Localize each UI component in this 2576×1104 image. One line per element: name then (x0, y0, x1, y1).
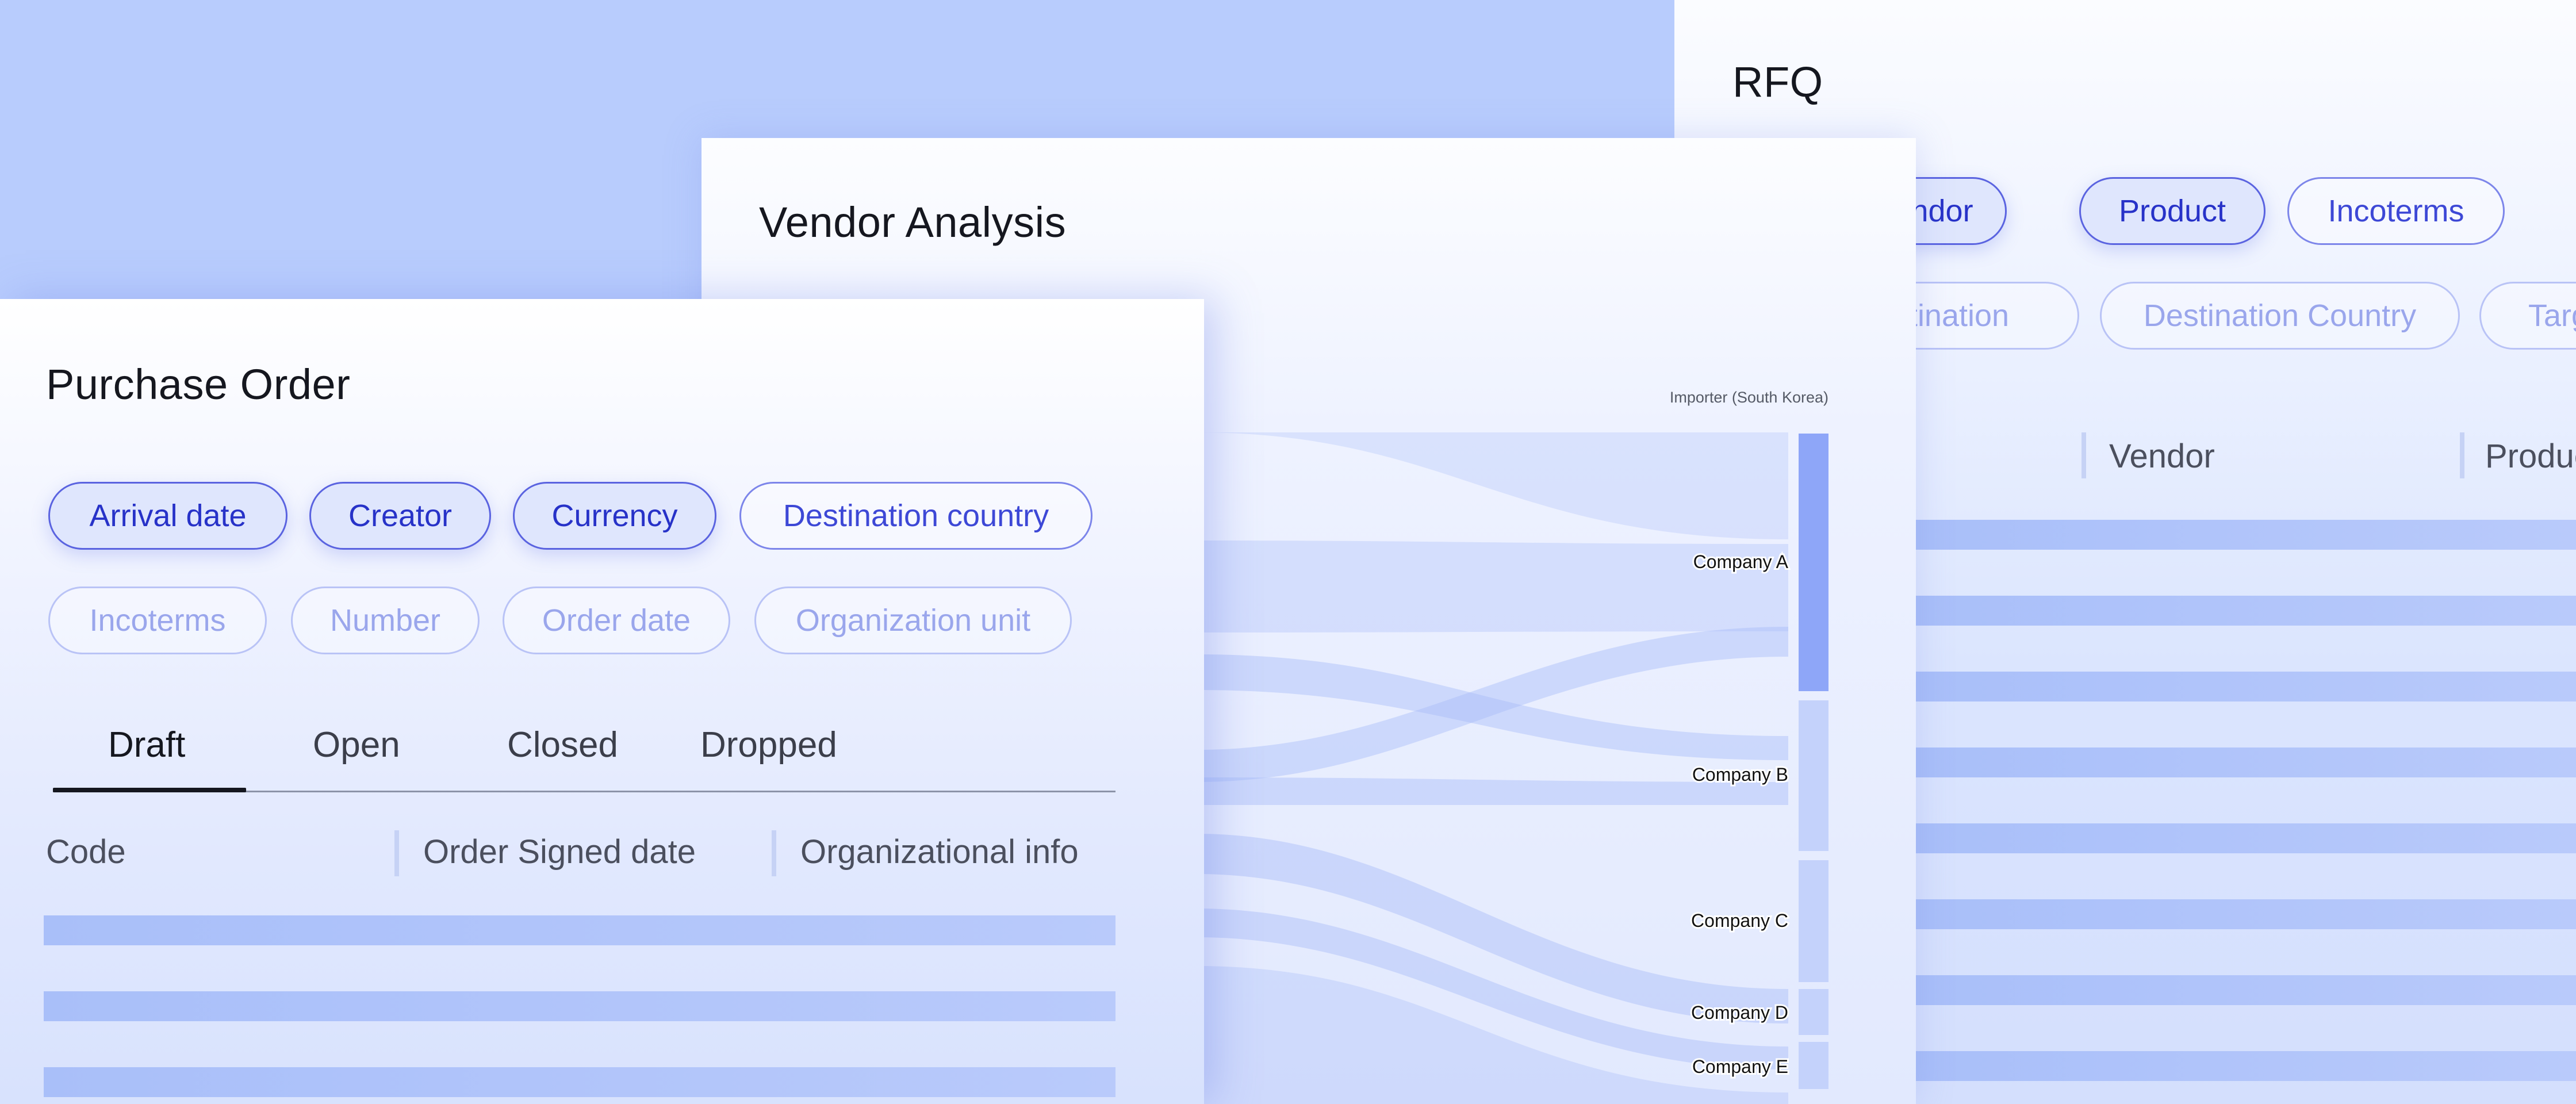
chip-organization-unit[interactable]: Organization unit (754, 586, 1072, 654)
sankey-flow (1196, 432, 1788, 539)
rfq-title: RFQ (1732, 58, 1823, 106)
sankey-label-company-e: Company E (1692, 1056, 1788, 1077)
table-row[interactable] (1916, 672, 2576, 702)
column-separator (2082, 432, 2086, 478)
sankey-label-company-c: Company C (1691, 910, 1788, 931)
sankey-target-header: Importer (South Korea) (1670, 389, 1828, 406)
sankey-node-company-c[interactable] (1799, 860, 1828, 982)
table-row[interactable] (44, 915, 1116, 945)
table-row[interactable] (44, 991, 1116, 1021)
purchase-order-panel: Purchase Order Arrival date Creator Curr… (0, 299, 1204, 1104)
chip-arrival-date[interactable]: Arrival date (48, 482, 288, 550)
table-row[interactable] (1916, 899, 2576, 929)
tab-closed[interactable]: Closed (507, 724, 618, 765)
chip-currency[interactable]: Currency (513, 482, 716, 550)
table-row[interactable] (1916, 975, 2576, 1005)
table-row[interactable] (1916, 747, 2576, 777)
sankey-node-company-e[interactable] (1799, 1042, 1828, 1089)
table-row[interactable] (1916, 520, 2576, 550)
chip-destination-country[interactable]: Destination country (739, 482, 1092, 550)
column-separator (2460, 432, 2464, 478)
sankey-node-company-b[interactable] (1799, 700, 1828, 851)
sankey-node-company-a[interactable] (1799, 434, 1828, 691)
purchase-order-title: Purchase Order (46, 361, 351, 408)
table-row[interactable] (1916, 1051, 2576, 1081)
column-header-product[interactable]: Product (2485, 437, 2576, 476)
tab-draft[interactable]: Draft (108, 724, 185, 765)
chip-target[interactable]: Target (2479, 282, 2576, 350)
sankey-label-company-d: Company D (1691, 1002, 1788, 1023)
column-header-vendor[interactable]: Vendor (2109, 437, 2215, 476)
column-separator (394, 830, 399, 876)
sankey-label-company-a: Company A (1693, 551, 1789, 572)
table-row[interactable] (44, 1067, 1116, 1097)
chip-number[interactable]: Number (291, 586, 480, 654)
chip-destination-country[interactable]: Destination Country (2100, 282, 2460, 350)
column-header-code[interactable]: Code (46, 833, 126, 871)
sankey-node-company-d[interactable] (1799, 989, 1828, 1035)
tab-open[interactable]: Open (313, 724, 400, 765)
chip-product[interactable]: Product (2079, 177, 2266, 245)
active-tab-indicator (53, 788, 246, 792)
chip-order-date[interactable]: Order date (503, 586, 730, 654)
chip-creator[interactable]: Creator (309, 482, 491, 550)
table-row[interactable] (1916, 596, 2576, 626)
table-row[interactable] (1916, 823, 2576, 853)
column-header-organizational-info[interactable]: Organizational info (800, 833, 1079, 871)
column-header-order-signed-date[interactable]: Order Signed date (423, 833, 696, 871)
chip-incoterms[interactable]: Incoterms (2287, 177, 2505, 245)
chip-incoterms[interactable]: Incoterms (48, 586, 267, 654)
column-separator (772, 830, 776, 876)
sankey-flow (1196, 627, 1788, 782)
tab-dropped[interactable]: Dropped (700, 724, 837, 765)
sankey-label-company-b: Company B (1692, 764, 1788, 785)
